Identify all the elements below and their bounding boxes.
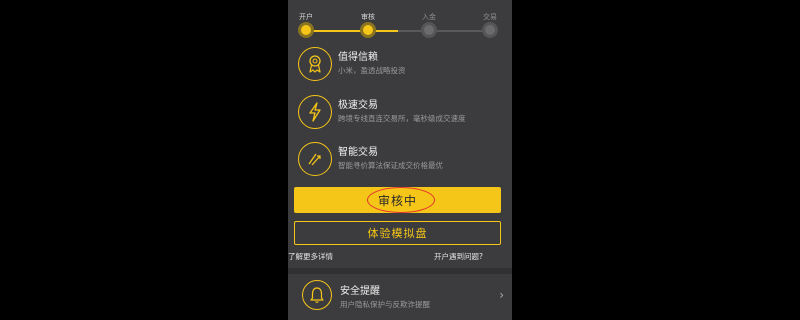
step-dot-open-account (298, 22, 314, 38)
progress-steps: 开户 审核 入金 交易 (288, 0, 512, 44)
under-review-button[interactable]: 审核中 (294, 187, 501, 213)
step-label-deposit: 入金 (422, 13, 436, 21)
smart-trend-icon (298, 142, 332, 176)
demo-account-label: 体验模拟盘 (367, 227, 428, 240)
feature-smart-trading: 智能交易 智能寻价算法保证成交价格最优 (298, 142, 508, 186)
feature-desc: 跨境专线直连交易所，毫秒级成交速度 (338, 114, 466, 123)
under-review-label: 审核中 (377, 193, 417, 208)
step-label-trade: 交易 (483, 13, 497, 21)
bell-icon (302, 280, 332, 310)
lightning-bolt-icon (298, 95, 332, 129)
step-label-review: 审核 (361, 13, 375, 21)
step-label-open-account: 开户 (299, 13, 313, 21)
step-dot-deposit (421, 22, 437, 38)
more-details-link[interactable]: 了解更多详情 (288, 251, 333, 262)
security-alert-row[interactable]: 安全提醒 用户隐私保护与反欺诈提醒 › (288, 274, 512, 320)
demo-account-button[interactable]: 体验模拟盘 (294, 221, 501, 245)
feature-title: 极速交易 (338, 100, 378, 111)
step-connector-pending (398, 30, 490, 32)
feature-title: 值得信赖 (338, 52, 378, 63)
account-help-link[interactable]: 开户遇到问题? (434, 251, 483, 262)
award-ribbon-icon (298, 47, 332, 81)
feature-title: 智能交易 (338, 147, 378, 158)
step-dot-trade (482, 22, 498, 38)
feature-trustworthy: 值得信赖 小米，盈透战略投资 (298, 47, 508, 91)
alert-title: 安全提醒 (340, 286, 380, 297)
step-dot-review (360, 22, 376, 38)
feature-desc: 智能寻价算法保证成交价格最优 (338, 161, 443, 170)
app-screen: 开户 审核 入金 交易 值得信赖 小米，盈透战略投资 极速交易 跨境专线直连交易… (288, 0, 512, 320)
alert-desc: 用户隐私保护与反欺诈提醒 (340, 300, 430, 309)
step-connector-done (306, 30, 368, 32)
feature-desc: 小米，盈透战略投资 (338, 66, 406, 75)
chevron-right-icon: › (499, 288, 504, 302)
feature-fast-trading: 极速交易 跨境专线直连交易所，毫秒级成交速度 (298, 95, 508, 139)
